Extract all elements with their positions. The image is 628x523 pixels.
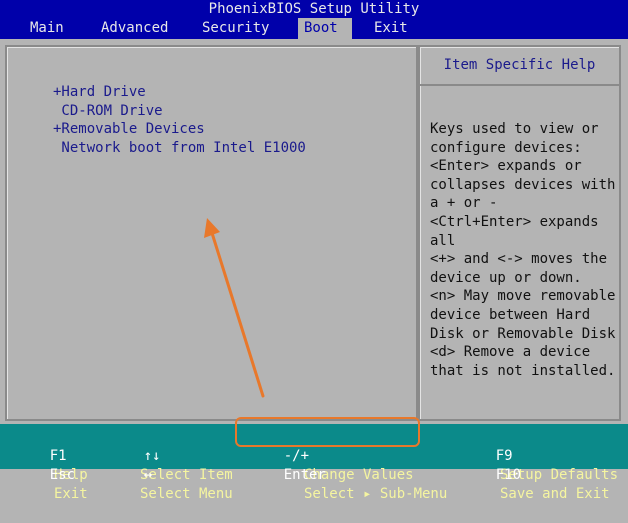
change-values-highlight xyxy=(235,417,420,447)
menu-main[interactable]: Main xyxy=(24,18,70,39)
help-line: that is not installed. xyxy=(430,362,616,379)
boot-item-removable-devices[interactable]: +Removable Devices xyxy=(53,120,205,138)
help-title: Item Specific Help xyxy=(443,57,596,73)
footer-desc: Select Menu xyxy=(140,486,233,502)
footer-desc: Save and Exit xyxy=(500,486,610,502)
footer-key: ↔ xyxy=(143,467,153,483)
footer-desc: Exit xyxy=(54,486,88,502)
menu-boot[interactable]: Boot xyxy=(298,18,352,39)
menu-bar: Main Advanced Security Boot Exit xyxy=(0,18,628,39)
help-divider xyxy=(420,84,619,86)
help-line: <d> Remove a device xyxy=(430,344,591,361)
help-line: all xyxy=(430,232,456,249)
footer-key: Esc xyxy=(49,467,76,483)
help-text: Keys used to view or configure devices: … xyxy=(430,120,620,380)
boot-order-panel: +Hard Drive CD-ROM Drive +Removable Devi… xyxy=(5,45,418,421)
help-line: collapses devices with xyxy=(430,176,616,193)
boot-item-network-boot[interactable]: Network boot from Intel E1000 xyxy=(53,139,305,157)
footer-desc: Select ▸ Sub-Menu xyxy=(304,486,448,502)
footer-esc: Esc Exit xyxy=(16,447,88,502)
help-line: Keys used to view or xyxy=(430,121,599,137)
footer-key: Enter xyxy=(283,467,326,483)
footer-f1: F1 Help xyxy=(16,428,88,483)
footer-select-menu: ↔ Select Menu xyxy=(110,447,233,502)
help-line: <Ctrl+Enter> expands xyxy=(430,213,599,230)
help-line: <Enter> expands or xyxy=(430,158,582,175)
footer-select-item: ↑↓ Select Item xyxy=(110,428,233,483)
boot-item-hard-drive[interactable]: +Hard Drive xyxy=(53,83,146,101)
footer-enter: Enter Select ▸ Sub-Menu xyxy=(250,447,448,502)
help-line: device between Hard xyxy=(430,306,591,323)
window-title: PhoenixBIOS Setup Utility xyxy=(0,0,628,18)
menu-security[interactable]: Security xyxy=(196,18,275,39)
help-line: device up or down. xyxy=(430,269,582,286)
help-line: <+> and <-> moves the xyxy=(430,251,608,268)
main-area: +Hard Drive CD-ROM Drive +Removable Devi… xyxy=(0,39,628,424)
help-line: Disk or Removable Disk xyxy=(430,325,616,342)
help-line: configure devices: xyxy=(430,139,582,156)
menu-advanced[interactable]: Advanced xyxy=(95,18,174,39)
help-line: <n> May move removable xyxy=(430,288,616,305)
footer-f9: F9 Setup Defaults xyxy=(462,428,618,483)
footer-key: F10 xyxy=(495,467,522,483)
footer-f10: F10 Save and Exit xyxy=(462,447,610,502)
help-line: a + or - xyxy=(430,195,498,212)
help-panel: Item Specific Help Keys used to view or … xyxy=(418,45,621,421)
menu-exit[interactable]: Exit xyxy=(368,18,414,39)
boot-item-cd-rom[interactable]: CD-ROM Drive xyxy=(53,102,162,120)
